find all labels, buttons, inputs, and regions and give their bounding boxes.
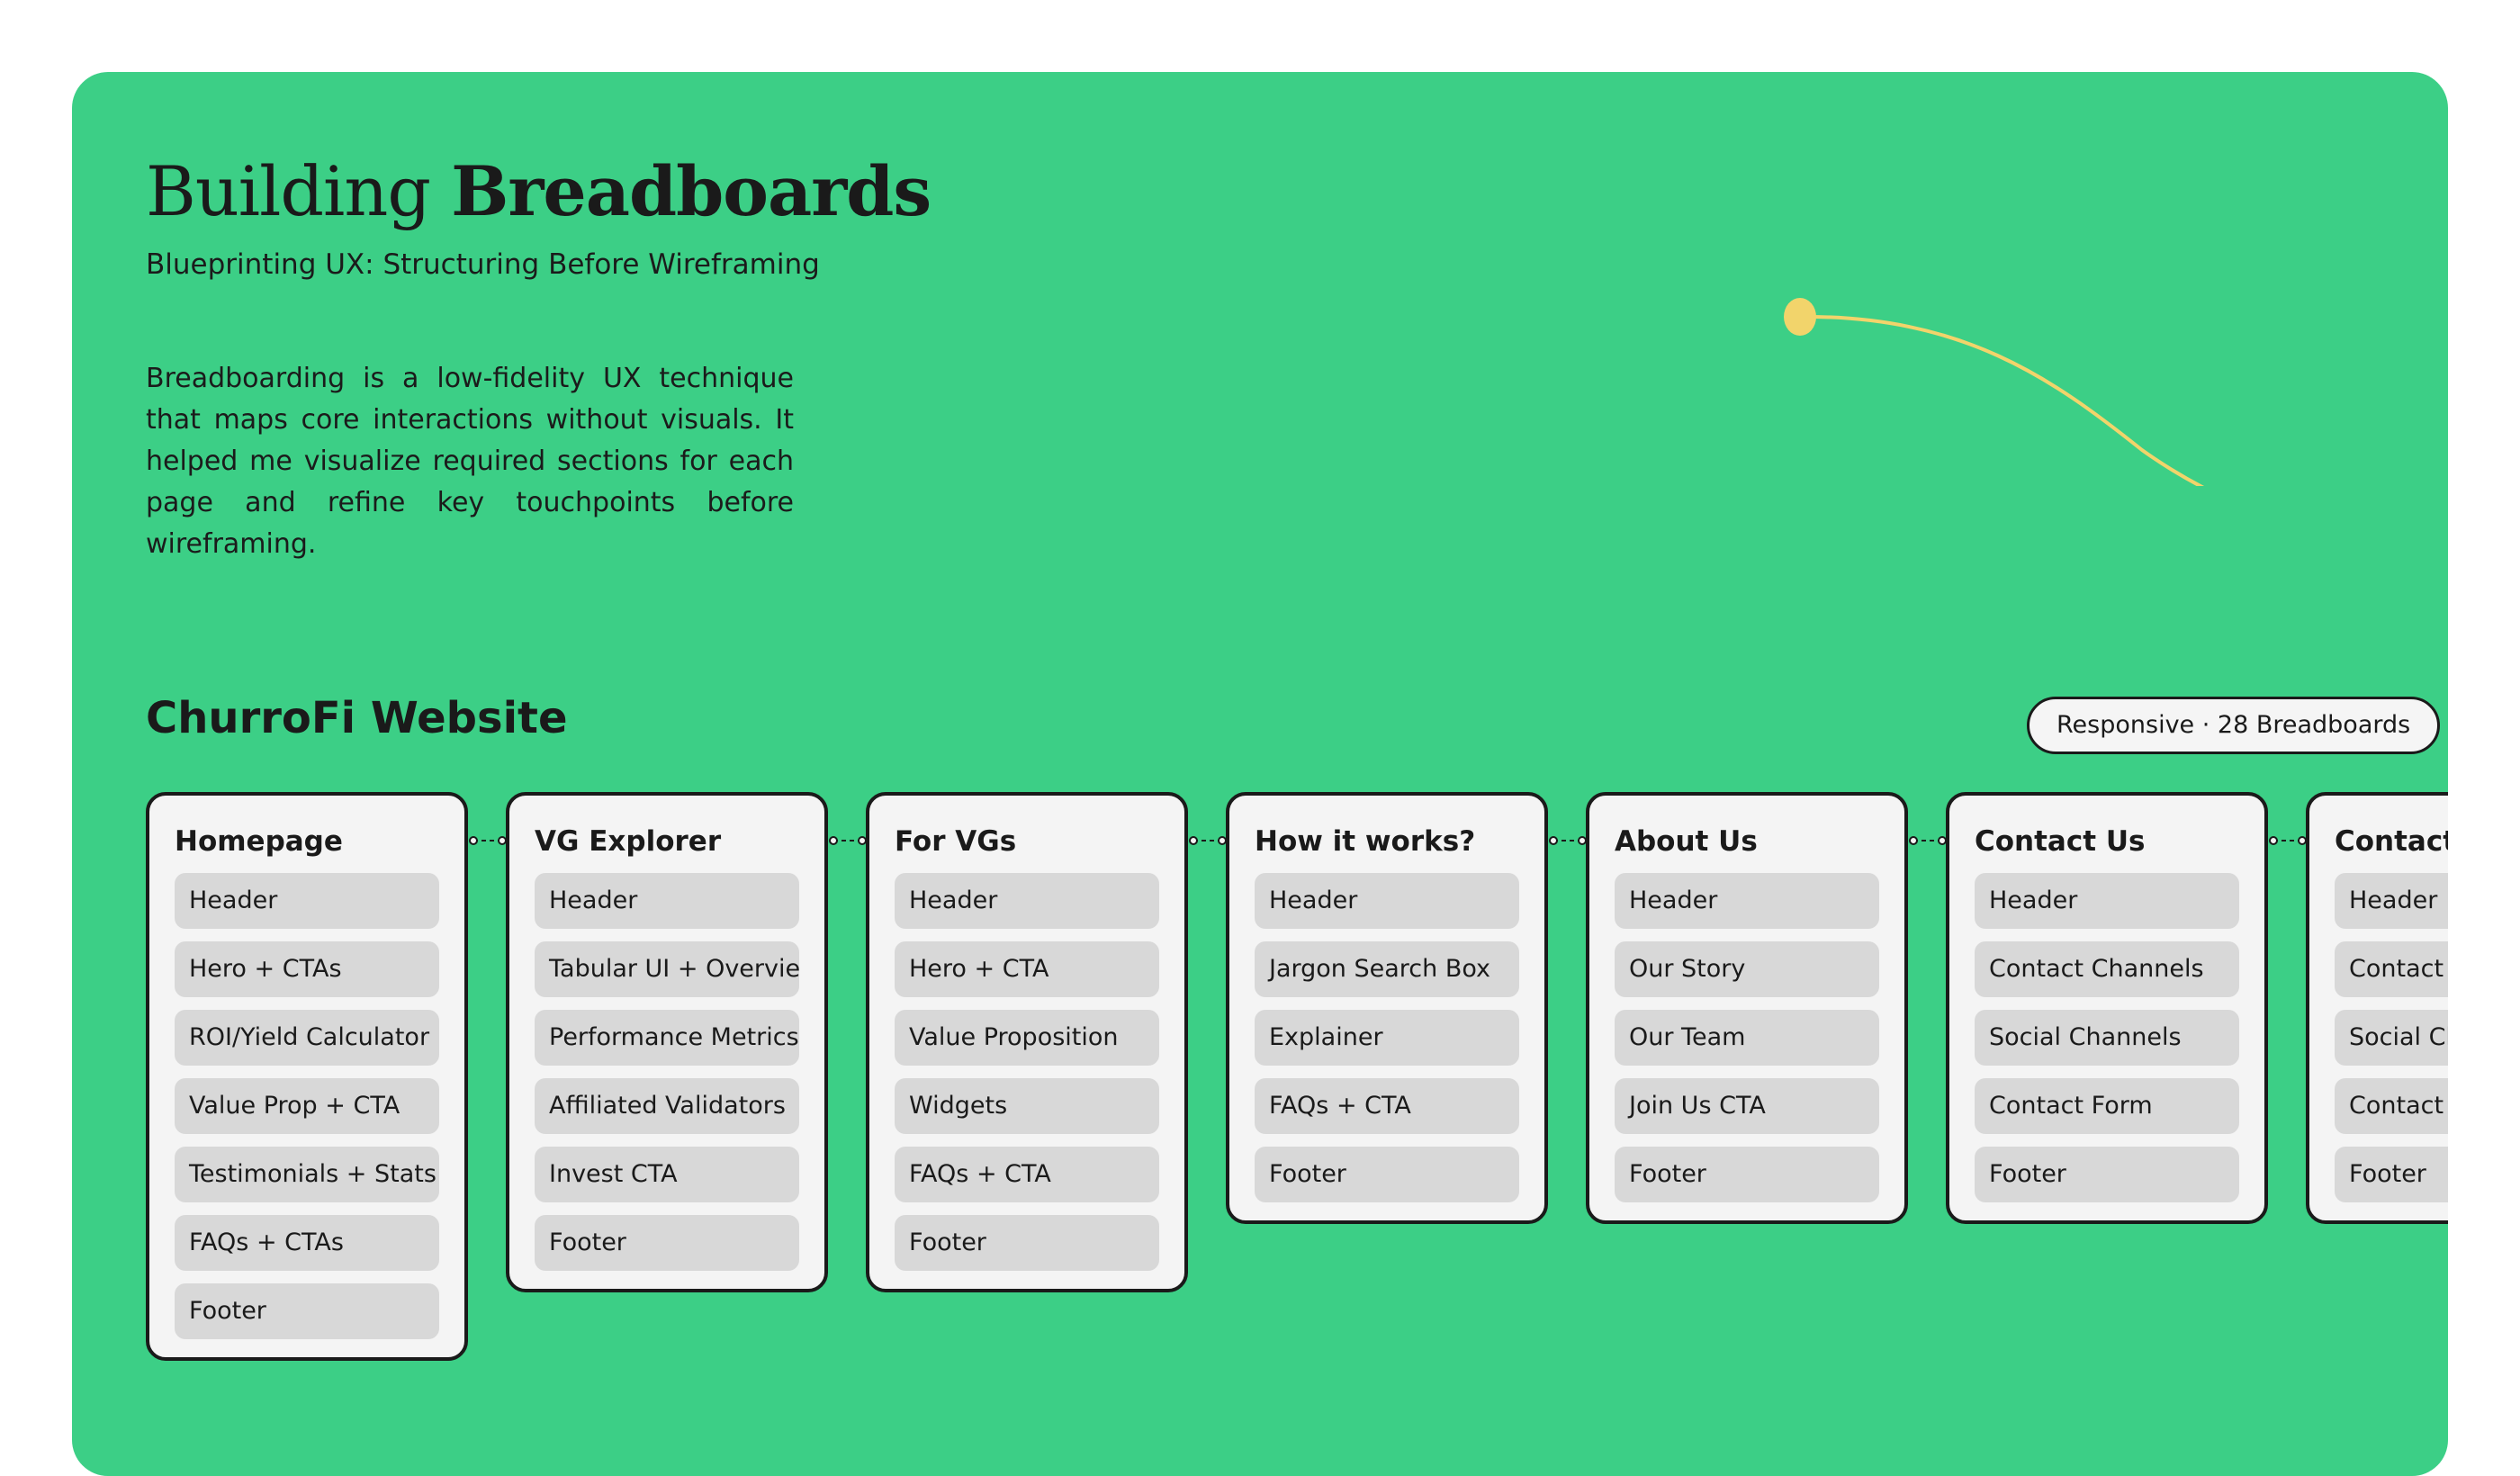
section-chip: Contact Form [1975, 1078, 2239, 1134]
section-chip: Value Prop + CTA [175, 1078, 439, 1134]
card-title: Contact Us [2335, 825, 2448, 858]
card-title: How it works? [1255, 825, 1476, 858]
section-chip: Footer [1255, 1147, 1519, 1202]
breadboard-card: For VGs Header Hero + CTA Value Proposition… [866, 792, 1188, 1292]
section-chip: Join Us CTA [1615, 1078, 1879, 1134]
card-title: About Us [1615, 825, 1758, 858]
card-title: Contact Us [1975, 825, 2146, 858]
title-light: Building [146, 151, 431, 231]
breadboard-card: How it works? Header Jargon Search Box Expl… [1226, 792, 1548, 1224]
card-title: VG Explorer [535, 825, 722, 858]
section-chip: Header [175, 873, 439, 929]
section-chip: Affiliated Validators [535, 1078, 799, 1134]
card-connector [829, 836, 867, 845]
curve-dot [1784, 298, 1816, 336]
section-chip: Social Channels [2335, 1010, 2448, 1066]
section-chip: Header [2335, 873, 2448, 929]
section-chip: Explainer [1255, 1010, 1519, 1066]
section-chip: Header [535, 873, 799, 929]
card-connector [2269, 836, 2307, 845]
breadboard-card: Contact Us Header Contact Channels Social C… [2306, 792, 2448, 1224]
section-chip: Header [1255, 873, 1519, 929]
section-chip: Hero + CTA [895, 941, 1159, 997]
section-chip: Header [1975, 873, 2239, 929]
breadboard-card: VG Explorer Header Tabular UI + Overview Pe… [506, 792, 828, 1292]
section-chip: FAQs + CTAs [175, 1215, 439, 1271]
responsive-badge: Responsive · 28 Breadboards [2027, 697, 2441, 754]
section-chip: Hero + CTAs [175, 941, 439, 997]
card-title: For VGs [895, 825, 1017, 858]
intro-paragraph: Breadboarding is a low-fidelity UX techn… [146, 363, 794, 560]
page-subtitle: Blueprinting UX: Structuring Before Wire… [146, 248, 820, 281]
card-connector [1189, 836, 1227, 845]
section-chip: Invest CTA [535, 1147, 799, 1202]
section-chip: FAQs + CTA [1255, 1078, 1519, 1134]
section-chip: Tabular UI + Overview [535, 941, 799, 997]
section-chip: Testimonials + Stats [175, 1147, 439, 1202]
section-chip: ROI/Yield Calculator [175, 1010, 439, 1066]
section-chip: Header [1615, 873, 1879, 929]
section-chip: Footer [2335, 1147, 2448, 1202]
section-chip: Contact Channels [1975, 941, 2239, 997]
card-connector [1549, 836, 1587, 845]
decorative-curve [1784, 298, 2205, 486]
section-chip: Contact Channels [2335, 941, 2448, 997]
section-title: ChurroFi Website [146, 693, 568, 743]
section-chip: Social Channels [1975, 1010, 2239, 1066]
section-chip: Jargon Search Box [1255, 941, 1519, 997]
section-chip: Footer [1615, 1147, 1879, 1202]
page-title: Building Breadboards [146, 151, 932, 231]
breadboards-panel: Building Breadboards Blueprinting UX: St… [72, 72, 2448, 1476]
section-chip: Footer [895, 1215, 1159, 1271]
section-chip: Header [895, 873, 1159, 929]
card-connector [1909, 836, 1947, 845]
section-chip: Our Story [1615, 941, 1879, 997]
section-chip: Footer [1975, 1147, 2239, 1202]
breadboard-card: Contact Us Header Contact Channels Social C… [1946, 792, 2268, 1224]
card-connector [469, 836, 507, 845]
section-chip: Footer [535, 1215, 799, 1271]
section-chip: Widgets [895, 1078, 1159, 1134]
section-chip: Contact Form [2335, 1078, 2448, 1134]
breadboard-card: Homepage Header Hero + CTAs ROI/Yield Calcu… [146, 792, 468, 1361]
section-chip: Value Proposition [895, 1010, 1159, 1066]
section-chip: Our Team [1615, 1010, 1879, 1066]
section-chip: FAQs + CTA [895, 1147, 1159, 1202]
card-title: Homepage [175, 825, 343, 858]
section-chip: Footer [175, 1283, 439, 1339]
title-bold: Breadboards [451, 151, 932, 231]
breadboard-card: About Us Header Our Story Our Team Join Us C… [1586, 792, 1908, 1224]
section-chip: Performance Metrics [535, 1010, 799, 1066]
curve-line [1799, 314, 2205, 486]
